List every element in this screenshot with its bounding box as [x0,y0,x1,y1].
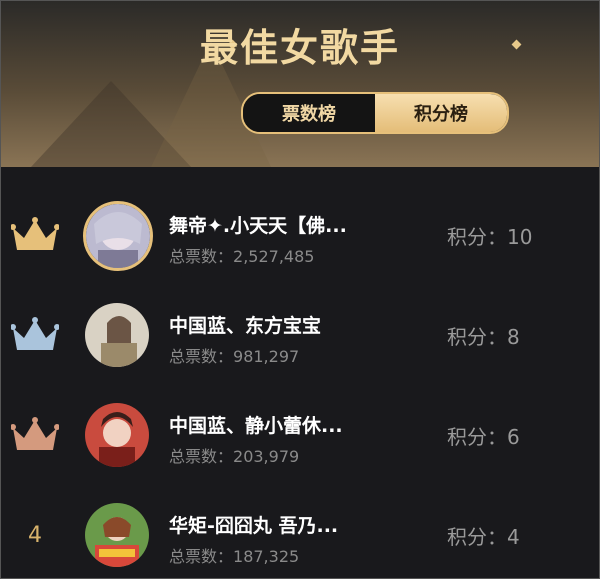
leaderboard-panel: 最佳女歌手 票数榜 积分榜 舞帝✦.小天天【佛... 总票数：2,527,485… [0,0,600,579]
score-value: 积分：4 [447,525,520,549]
avatar[interactable] [85,303,149,367]
list-item[interactable]: 4 华矩-囧囧丸 吾乃... 总票数：187,325 积分：4 [1,485,599,578]
rank-number: 4 [28,522,42,548]
vote-count: 总票数：203,979 [169,447,300,466]
list-item[interactable]: 中国蓝、静小蕾休... 总票数：203,979 积分：6 [1,385,599,485]
score-value: 积分：10 [447,225,533,249]
score-value: 积分：8 [447,325,520,349]
list-item[interactable]: 舞帝✦.小天天【佛... 总票数：2,527,485 积分：10 [1,185,599,285]
vote-count: 总票数：2,527,485 [169,247,315,266]
avatar[interactable] [85,403,149,467]
avatar[interactable] [83,201,153,271]
gold-crown-icon [11,215,59,255]
vote-count: 总票数：981,297 [169,347,300,366]
bronze-crown-icon [11,415,59,455]
tab-votes[interactable]: 票数榜 [243,94,375,132]
singer-name: 中国蓝、东方宝宝 [169,315,322,337]
singer-name: 舞帝✦.小天天【佛... [169,215,347,237]
silver-crown-icon [11,315,59,355]
page-title: 最佳女歌手 [199,26,400,70]
score-value: 积分：6 [447,425,520,449]
tab-points[interactable]: 积分榜 [375,94,507,132]
header-banner: 最佳女歌手 票数榜 积分榜 [1,1,599,167]
vote-count: 总票数：187,325 [169,547,300,566]
list-item[interactable]: 中国蓝、东方宝宝 总票数：981,297 积分：8 [1,285,599,385]
singer-name: 华矩-囧囧丸 吾乃... [169,515,339,537]
tab-switch: 票数榜 积分榜 [241,92,509,134]
singer-name: 中国蓝、静小蕾休... [169,415,343,437]
avatar[interactable] [85,503,149,567]
